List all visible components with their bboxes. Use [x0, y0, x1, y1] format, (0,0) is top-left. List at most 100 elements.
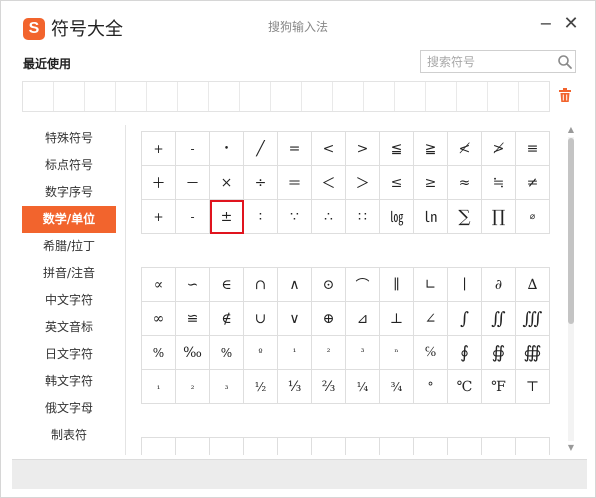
symbol-cell[interactable]	[482, 438, 516, 455]
recent-slot[interactable]	[240, 82, 271, 111]
symbol-cell[interactable]: ⅓	[278, 370, 312, 404]
category-item[interactable]: 英文音标	[22, 314, 116, 341]
symbol-cell[interactable]: ＝	[278, 166, 312, 200]
symbol-cell[interactable]: ∵	[278, 200, 312, 234]
symbol-cell[interactable]: ≮	[448, 132, 482, 166]
symbol-cell[interactable]	[516, 438, 550, 455]
symbol-cell[interactable]: ¾	[380, 370, 414, 404]
symbol-cell[interactable]: ∞	[142, 302, 176, 336]
symbol-cell[interactable]: %	[210, 336, 244, 370]
symbol-cell[interactable]: ℅	[414, 336, 448, 370]
symbol-cell[interactable]: ≧	[414, 132, 448, 166]
symbol-cell[interactable]: ㏒	[380, 200, 414, 234]
symbol-cell[interactable]: ⌒	[346, 268, 380, 302]
category-item[interactable]: 希腊/拉丁	[22, 233, 116, 260]
symbol-cell[interactable]: ≦	[380, 132, 414, 166]
category-item[interactable]: 韩文字符	[22, 368, 116, 395]
symbol-cell[interactable]: ¹	[278, 336, 312, 370]
category-item[interactable]: 制表符	[22, 422, 116, 449]
symbol-cell[interactable]	[312, 438, 346, 455]
recent-slot[interactable]	[519, 82, 549, 111]
close-button[interactable]: ✕	[562, 15, 580, 33]
symbol-cell[interactable]: ∈	[210, 268, 244, 302]
symbol-cell[interactable]: ∧	[278, 268, 312, 302]
category-item[interactable]: 拼音/注音	[22, 260, 116, 287]
symbol-cell[interactable]: +	[142, 200, 176, 234]
symbol-cell[interactable]: ＋	[142, 166, 176, 200]
symbol-cell[interactable]: =	[278, 132, 312, 166]
symbol-cell[interactable]: ≡	[516, 132, 550, 166]
symbol-cell[interactable]: ₃	[210, 370, 244, 404]
symbol-cell[interactable]: ∟	[414, 268, 448, 302]
trash-icon[interactable]	[557, 87, 573, 103]
symbol-cell[interactable]	[210, 438, 244, 455]
symbol-cell[interactable]: ∯	[482, 336, 516, 370]
symbol-cell[interactable]: ∆	[516, 268, 550, 302]
recent-slot[interactable]	[209, 82, 240, 111]
search-icon[interactable]	[557, 54, 573, 70]
symbol-cell[interactable]: ∠	[414, 302, 448, 336]
vertical-scrollbar[interactable]: ▲ ▼	[566, 125, 576, 453]
symbol-cell[interactable]: －	[176, 166, 210, 200]
category-item[interactable]: 俄文字母	[22, 395, 116, 422]
symbol-cell[interactable]: ≠	[516, 166, 550, 200]
symbol-cell[interactable]: ⊤	[516, 370, 550, 404]
symbol-cell[interactable]	[414, 438, 448, 455]
symbol-cell[interactable]: º	[244, 336, 278, 370]
recent-slot[interactable]	[457, 82, 488, 111]
symbol-cell[interactable]: >	[346, 132, 380, 166]
symbol-cell[interactable]: ＞	[346, 166, 380, 200]
symbol-cell[interactable]: ⊥	[380, 302, 414, 336]
symbol-cell[interactable]: ∫	[448, 302, 482, 336]
symbol-cell[interactable]: ½	[244, 370, 278, 404]
symbol-cell[interactable]: ∣	[448, 268, 482, 302]
search-input[interactable]	[421, 51, 551, 72]
recent-slot[interactable]	[116, 82, 147, 111]
recent-slot[interactable]	[54, 82, 85, 111]
symbol-cell[interactable]: ²	[312, 336, 346, 370]
symbol-cell[interactable]: ⊕	[312, 302, 346, 336]
symbol-cell[interactable]: ⅔	[312, 370, 346, 404]
symbol-cell[interactable]: -	[176, 200, 210, 234]
symbol-cell[interactable]: ℃	[448, 370, 482, 404]
recent-slot[interactable]	[302, 82, 333, 111]
category-item[interactable]: 数学/单位	[22, 206, 116, 233]
symbol-cell[interactable]: ∉	[210, 302, 244, 336]
symbol-cell[interactable]: ⌀	[516, 200, 550, 234]
minimize-button[interactable]: −	[537, 15, 555, 33]
recent-slot[interactable]	[23, 82, 54, 111]
symbol-cell[interactable]	[278, 438, 312, 455]
symbol-cell[interactable]: ∥	[380, 268, 414, 302]
symbol-cell[interactable]: ≤	[380, 166, 414, 200]
symbol-cell[interactable]: ∝	[142, 268, 176, 302]
category-item[interactable]: 日文字符	[22, 341, 116, 368]
recent-slot[interactable]	[333, 82, 364, 111]
category-item[interactable]: 数字序号	[22, 179, 116, 206]
category-item[interactable]: 特殊符号	[22, 125, 116, 152]
symbol-cell[interactable]: ∏	[482, 200, 516, 234]
category-item[interactable]: 标点符号	[22, 152, 116, 179]
symbol-cell[interactable]: ＜	[312, 166, 346, 200]
symbol-cell[interactable]: ∪	[244, 302, 278, 336]
symbol-cell[interactable]: %	[142, 336, 176, 370]
symbol-cell[interactable]: ∨	[278, 302, 312, 336]
symbol-cell[interactable]	[346, 438, 380, 455]
category-item[interactable]: 中文字符	[22, 287, 116, 314]
symbol-cell[interactable]: ⊙	[312, 268, 346, 302]
recent-slot[interactable]	[364, 82, 395, 111]
symbol-cell[interactable]: ∩	[244, 268, 278, 302]
scroll-up-icon[interactable]: ▲	[566, 125, 576, 135]
symbol-cell[interactable]: ∶	[244, 200, 278, 234]
symbol-cell[interactable]: ¼	[346, 370, 380, 404]
symbol-cell[interactable]: ³	[346, 336, 380, 370]
symbol-cell[interactable]: ⁿ	[380, 336, 414, 370]
symbol-cell[interactable]: ∬	[482, 302, 516, 336]
symbol-cell[interactable]: ∭	[516, 302, 550, 336]
symbol-cell[interactable]: <	[312, 132, 346, 166]
symbol-cell[interactable]: ÷	[244, 166, 278, 200]
symbol-cell[interactable]	[448, 438, 482, 455]
symbol-cell[interactable]: ⊿	[346, 302, 380, 336]
symbol-cell[interactable]: ∰	[516, 336, 550, 370]
recent-slot[interactable]	[395, 82, 426, 111]
symbol-cell[interactable]	[244, 438, 278, 455]
